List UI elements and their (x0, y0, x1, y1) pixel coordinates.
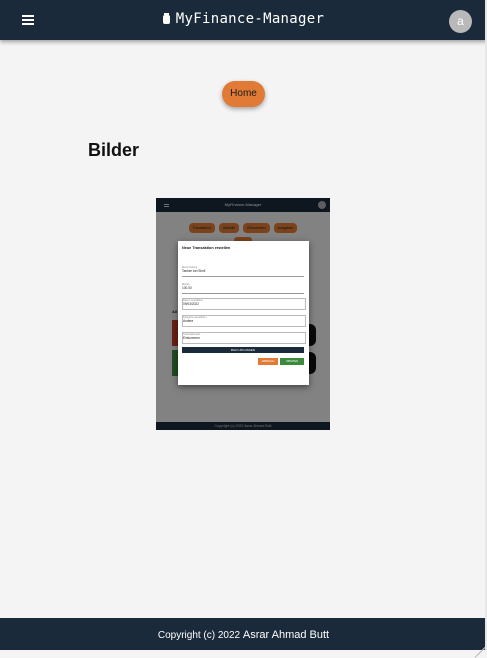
thumb-field: Transaktionsart Einkommen (182, 332, 306, 344)
app-bar: MyFinance-Manager a (0, 0, 487, 40)
thumb-field-value: Tanken bei Shell (182, 269, 206, 273)
uploaded-image-thumbnail[interactable]: MyFinance-Manager Transaktion Statistik … (156, 198, 330, 430)
thumb-field: Datum auswählen 09/03/2022 (182, 298, 306, 310)
thumb-update-button: UPDATEN (280, 358, 304, 365)
page-title: Bilder (88, 140, 140, 160)
footer: Copyright (c) 2022 Asrar Ahmad Butt (0, 618, 487, 658)
thumb-field-value: Einkommen (183, 336, 200, 340)
app-title: MyFinance-Manager (0, 11, 487, 27)
thumb-dialog: Neue Transaktion erstellen Beschreibung … (178, 241, 309, 385)
thumb-dialog-title: Neue Transaktion erstellen (182, 246, 231, 250)
copyright-text: Copyright (c) 2022 (157, 630, 241, 641)
thumb-field-value: 100.00 (182, 286, 192, 290)
money-jar-icon (162, 13, 170, 24)
author-name: Asrar Ahmad Butt (242, 629, 330, 641)
thumb-field: Beschreibung Tanken bei Shell (182, 266, 304, 277)
thumb-abort-button: ABBRUCH (258, 358, 278, 365)
resize-grip-icon[interactable] (474, 637, 486, 658)
thumb-field: Betrag 100.00 (182, 283, 304, 294)
home-button[interactable]: Home (222, 81, 265, 107)
app-title-text: MyFinance-Manager (175, 11, 325, 27)
thumb-upload-button: BILD UPLOADEN (182, 347, 304, 353)
thumb-field: Kategorie auswählen Andere (182, 315, 306, 327)
thumb-field-value: 09/03/2022 (183, 302, 199, 306)
thumb-field-value: Andere (183, 319, 194, 323)
user-avatar[interactable]: a (449, 10, 472, 33)
